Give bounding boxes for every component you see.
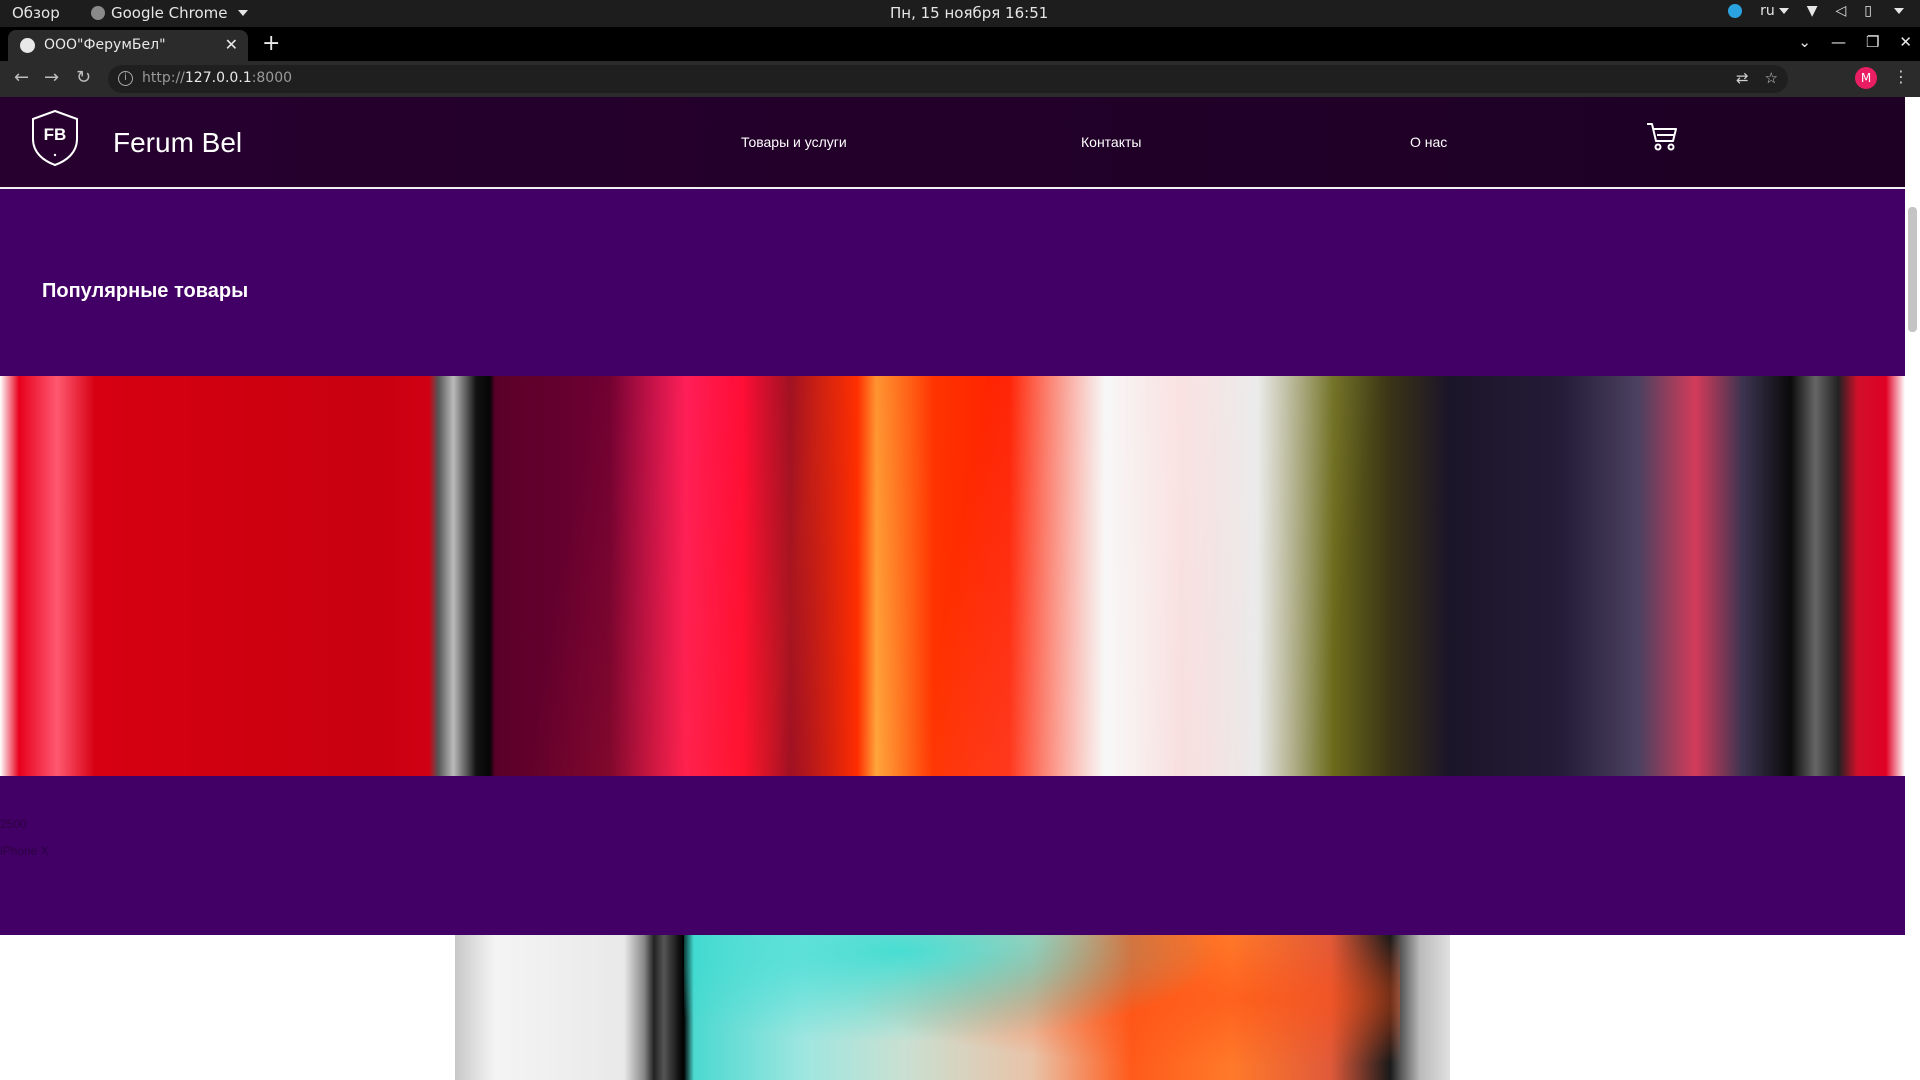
close-window-icon[interactable]: ✕ (1899, 33, 1912, 51)
bookmark-star-icon[interactable]: ☆ (1765, 69, 1778, 87)
phone-screen-glare (683, 935, 1401, 1080)
app-menu[interactable]: Google Chrome (91, 4, 248, 22)
tab-search-icon[interactable]: ⌄ (1798, 33, 1811, 51)
info-icon[interactable]: i (118, 71, 133, 86)
url-text: http://127.0.0.1:8000 (142, 70, 292, 86)
product-price: 2500 (0, 817, 27, 831)
minimize-icon[interactable]: — (1831, 33, 1846, 51)
product-image-overlay (0, 376, 1905, 776)
more-menu-icon[interactable]: ⋮ (1893, 67, 1909, 86)
restore-icon[interactable]: ❐ (1866, 33, 1879, 51)
scrollbar-thumb[interactable] (1908, 207, 1917, 332)
omnibox-actions: ⇄ ☆ (1736, 69, 1778, 87)
url-port: :8000 (251, 70, 293, 86)
section-title: Популярные товары (42, 280, 249, 302)
address-bar[interactable]: i http://127.0.0.1:8000 ⇄ ☆ (108, 65, 1788, 93)
app-menu-label: Google Chrome (111, 4, 228, 22)
clock[interactable]: Пн, 15 ноября 16:51 (890, 4, 1048, 22)
site-header: FB Ferum Bel Товары и услуги Контакты О … (0, 97, 1905, 189)
browser-toolbar: ← → ↻ i http://127.0.0.1:8000 ⇄ ☆ M ⋮ (0, 61, 1920, 97)
chevron-down-icon[interactable] (1894, 8, 1904, 14)
browser-tab[interactable]: ООО"ФерумБел" ✕ (8, 30, 248, 61)
product-image-next[interactable] (0, 935, 1905, 1080)
reload-icon[interactable]: ↻ (76, 67, 91, 88)
profile-avatar[interactable]: M (1855, 67, 1877, 89)
back-icon[interactable]: ← (14, 67, 29, 88)
phone-picture (455, 935, 1450, 1080)
chrome-app-icon (91, 6, 105, 20)
close-icon[interactable]: ✕ (225, 35, 238, 54)
window-controls: ⌄ — ❐ ✕ (1798, 33, 1912, 51)
battery-icon[interactable]: ▯ (1864, 3, 1872, 19)
forward-icon[interactable]: → (44, 67, 59, 88)
telegram-icon[interactable] (1728, 4, 1743, 18)
shield-logo-icon[interactable]: FB (30, 109, 80, 167)
url-host: 127.0.0.1 (184, 70, 252, 86)
tab-title: ООО"ФерумБел" (44, 37, 166, 53)
page-scrollbar[interactable] (1905, 97, 1920, 1080)
language-label: ru (1760, 3, 1775, 19)
globe-icon (20, 38, 35, 53)
volume-icon[interactable]: ◁ (1836, 3, 1847, 19)
nav-link-about[interactable]: О нас (1410, 134, 1447, 150)
product-image[interactable] (0, 376, 1905, 776)
activities-button[interactable]: Обзор (12, 4, 60, 22)
url-scheme: http:// (142, 70, 185, 86)
new-tab-button[interactable]: + (262, 31, 280, 56)
page-viewport: FB Ferum Bel Товары и услуги Контакты О … (0, 97, 1905, 1080)
translate-icon[interactable]: ⇄ (1736, 69, 1749, 87)
cart-icon[interactable] (1645, 119, 1679, 153)
brand-name[interactable]: Ferum Bel (113, 127, 242, 159)
system-top-bar: Обзор Google Chrome Пн, 15 ноября 16:51 … (0, 0, 1920, 27)
browser-tabstrip: ООО"ФерумБел" ✕ + ⌄ — ❐ ✕ (0, 27, 1920, 61)
wifi-icon[interactable]: ▼ (1807, 3, 1818, 19)
product-name[interactable]: iPhone X (0, 844, 49, 858)
nav-link-products[interactable]: Товары и услуги (741, 134, 847, 150)
system-tray: ru ▼ ◁ ▯ (1728, 3, 1904, 19)
logo-text: FB (44, 125, 67, 144)
language-indicator[interactable]: ru (1760, 3, 1789, 19)
nav-link-contacts[interactable]: Контакты (1081, 134, 1141, 150)
chevron-down-icon (1778, 8, 1789, 14)
chevron-down-icon (237, 10, 248, 16)
